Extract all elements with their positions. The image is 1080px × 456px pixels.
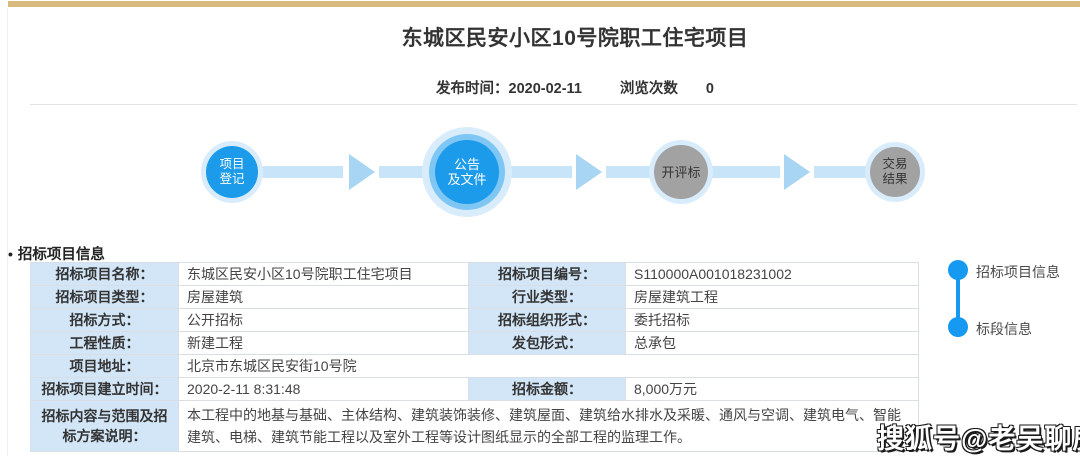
timeline-item-section-info[interactable]: 标段信息	[976, 319, 1032, 339]
views-label: 浏览次数	[620, 81, 678, 97]
row-value: 总承包	[626, 332, 919, 355]
step-label-line: 交易	[882, 157, 907, 172]
table-row: 招标项目建立时间： 2020-2-11 8:31:48 招标金额： 8,000万…	[31, 378, 919, 401]
flow-connector-bar	[255, 166, 343, 178]
page-title: 东城区民安小区10号院职工住宅项目	[70, 22, 1080, 52]
row-value: 新建工程	[179, 332, 469, 355]
row-label: 招标项目编号：	[469, 263, 626, 286]
flow-step-announcement-documents: 公告 及文件	[422, 127, 512, 217]
table-row: 招标方式： 公开招标 招标组织形式： 委托招标	[31, 309, 919, 332]
section-title: 招标项目信息	[18, 247, 105, 263]
arrow-right-icon	[349, 154, 375, 190]
row-value: 北京市东城区民安街10号院	[179, 355, 919, 378]
arrow-right-icon	[576, 154, 602, 190]
row-label: 招标内容与范围及招标方案说明：	[31, 401, 179, 452]
row-label: 招标项目名称：	[31, 263, 179, 286]
row-label: 行业类型：	[469, 286, 626, 309]
row-value: 本工程中的地基与基础、主体结构、建筑装饰装修、建筑屋面、建筑给水排水及采暖、通风…	[179, 401, 919, 452]
row-label: 招标项目类型：	[31, 286, 179, 309]
publish-info-line: 发布时间：2020-02-11 浏览次数 0	[0, 77, 1080, 98]
flow-step-bid-opening-evaluation: 开评标	[649, 140, 713, 204]
section-header-tender-info: • 招标项目信息	[8, 243, 105, 264]
publish-time-value: 2020-02-11	[509, 81, 582, 97]
row-value: 2020-2-11 8:31:48	[179, 378, 469, 401]
bullet-icon: •	[8, 246, 13, 262]
row-value: S110000A001018231002	[626, 263, 919, 286]
row-label: 招标方式：	[31, 309, 179, 332]
timeline-dot-icon[interactable]	[948, 317, 968, 337]
table-row: 项目地址： 北京市东城区民安街10号院	[31, 355, 919, 378]
row-label: 发包形式：	[469, 332, 626, 355]
row-value: 公开招标	[179, 309, 469, 332]
row-label: 工程性质：	[31, 332, 179, 355]
arrow-right-icon	[784, 154, 810, 190]
row-label: 项目地址：	[31, 355, 179, 378]
flow-step-transaction-result: 交易 结果	[865, 142, 925, 202]
step-label-line: 项目	[219, 157, 244, 172]
row-label: 招标项目建立时间：	[31, 378, 179, 401]
tender-detail-page: 东城区民安小区10号院职工住宅项目 发布时间：2020-02-11 浏览次数 0 项…	[0, 0, 1080, 456]
row-value: 委托招标	[626, 309, 919, 332]
timeline-dot-icon[interactable]	[948, 260, 968, 280]
row-label: 招标金额：	[469, 378, 626, 401]
flow-step-project-registration: 项目 登记	[201, 141, 263, 203]
step-label-line: 公告	[454, 157, 480, 172]
row-value: 房屋建筑	[179, 286, 469, 309]
row-value: 房屋建筑工程	[626, 286, 919, 309]
row-label: 招标组织形式：	[469, 309, 626, 332]
tender-info-table: 招标项目名称： 东城区民安小区10号院职工住宅项目 招标项目编号： S11000…	[30, 262, 918, 452]
left-edge-line	[7, 8, 8, 456]
table-row: 招标项目类型： 房屋建筑 行业类型： 房屋建筑工程	[31, 286, 919, 309]
publish-time-label: 发布时间：	[436, 81, 509, 97]
flow-connector-bar	[814, 166, 868, 178]
step-label-line: 及文件	[447, 172, 486, 187]
step-label-line: 开评标	[661, 165, 700, 180]
step-label-line: 登记	[219, 172, 244, 187]
flow-connector-bar	[508, 166, 572, 178]
header-divider	[30, 104, 1077, 105]
flow-connector-bar	[379, 166, 427, 178]
views-count: 0	[706, 81, 714, 97]
step-label-line: 结果	[882, 172, 907, 187]
table-row: 工程性质： 新建工程 发包形式： 总承包	[31, 332, 919, 355]
flow-connector-bar	[710, 166, 780, 178]
table-row: 招标项目名称： 东城区民安小区10号院职工住宅项目 招标项目编号： S11000…	[31, 263, 919, 286]
row-value: 8,000万元	[626, 378, 919, 401]
table-row: 招标内容与范围及招标方案说明： 本工程中的地基与基础、主体结构、建筑装饰装修、建…	[31, 401, 919, 452]
timeline-item-tender-info[interactable]: 招标项目信息	[976, 262, 1060, 282]
top-accent-bar	[8, 1, 1080, 7]
flow-connector-bar	[606, 166, 652, 178]
row-value: 东城区民安小区10号院职工住宅项目	[179, 263, 469, 286]
watermark-sohu-laowu: 搜狐号@老吴聊房	[877, 417, 1080, 456]
